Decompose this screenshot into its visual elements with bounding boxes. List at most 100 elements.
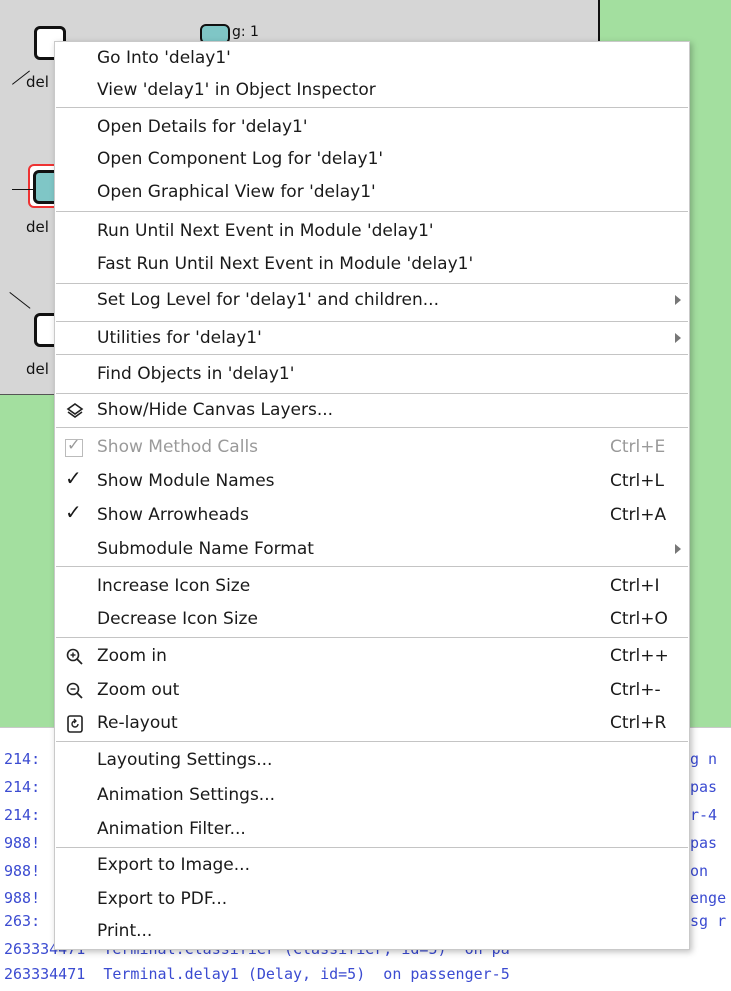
log-line-fragment: 214: <box>4 750 41 768</box>
log-line-fragment: 988! <box>4 889 41 907</box>
menu-item-go-into[interactable]: Go Into 'delay1' <box>55 42 689 76</box>
menu-separator <box>56 637 688 638</box>
menu-item-show-module-names[interactable]: ✓ Show Module Names Ctrl+L <box>55 465 689 499</box>
zoom-out-icon <box>65 681 85 701</box>
menu-item-open-component-log[interactable]: Open Component Log for 'delay1' <box>55 143 689 177</box>
checkmark-icon: ✓ <box>65 466 82 490</box>
menu-item-zoom-out[interactable]: Zoom out Ctrl+- <box>55 674 689 708</box>
checkmark-icon: ✓ <box>67 435 81 454</box>
connection-arrow-bottom <box>9 292 31 309</box>
menu-separator <box>56 107 688 108</box>
menu-item-shortcut: Ctrl+- <box>610 680 661 700</box>
menu-item-label: Utilities for 'delay1' <box>97 328 262 348</box>
menu-item-label: Show Module Names <box>97 471 275 491</box>
menu-item-shortcut: Ctrl+L <box>610 471 664 491</box>
menu-item-find-objects[interactable]: Find Objects in 'delay1' <box>55 358 689 392</box>
menu-item-label: Increase Icon Size <box>97 576 251 596</box>
log-line-fragment-right: g n <box>690 750 718 768</box>
menu-item-show-arrowheads[interactable]: ✓ Show Arrowheads Ctrl+A <box>55 499 689 533</box>
menu-item-set-log-level[interactable]: Set Log Level for 'delay1' and children.… <box>55 284 689 318</box>
log-line-fragment-right: pas <box>690 834 718 852</box>
menu-item-label: View 'delay1' in Object Inspector <box>97 80 376 100</box>
zoom-in-icon <box>65 647 85 667</box>
menu-item-shortcut: Ctrl+I <box>610 576 660 596</box>
menu-separator <box>56 566 688 567</box>
menu-item-label: Zoom out <box>97 680 180 700</box>
menu-item-label: Zoom in <box>97 646 167 666</box>
menu-separator <box>56 427 688 428</box>
log-line-fragment-right: on <box>690 862 709 880</box>
menu-separator <box>56 741 688 742</box>
module-name-mid: del <box>26 218 49 236</box>
log-line-fragment: 214: <box>4 778 41 796</box>
menu-item-shortcut: Ctrl++ <box>610 646 669 666</box>
menu-item-export-to-pdf[interactable]: Export to PDF... <box>55 883 689 917</box>
menu-item-label: Animation Filter... <box>97 819 246 839</box>
menu-item-label: Find Objects in 'delay1' <box>97 364 295 384</box>
menu-item-label: Layouting Settings... <box>97 750 273 770</box>
menu-item-label: Run Until Next Event in Module 'delay1' <box>97 221 434 241</box>
menu-item-layouting-settings[interactable]: Layouting Settings... <box>55 744 689 778</box>
module-name-top: del <box>26 73 49 91</box>
menu-item-fast-run-until-next-event[interactable]: Fast Run Until Next Event in Module 'del… <box>55 248 689 282</box>
menu-item-label: Go Into 'delay1' <box>97 48 231 68</box>
menu-item-zoom-in[interactable]: Zoom in Ctrl++ <box>55 640 689 674</box>
menu-item-show-hide-canvas-layers[interactable]: Show/Hide Canvas Layers... <box>55 394 689 428</box>
menu-item-label: Open Details for 'delay1' <box>97 117 308 137</box>
submenu-arrow-icon <box>675 544 681 554</box>
log-line-fragment-right: sg r <box>690 912 727 930</box>
menu-item-label: Set Log Level for 'delay1' and children.… <box>97 290 439 310</box>
menu-item-label: Show Method Calls <box>97 437 259 457</box>
log-line-fragment: 263: <box>4 912 41 930</box>
menu-item-run-until-next-event[interactable]: Run Until Next Event in Module 'delay1' <box>55 215 689 249</box>
menu-item-decrease-icon-size[interactable]: Decrease Icon Size Ctrl+O <box>55 603 689 637</box>
submenu-arrow-icon <box>675 333 681 343</box>
submenu-arrow-icon <box>675 295 681 305</box>
menu-separator <box>56 847 688 848</box>
menu-item-label: Animation Settings... <box>97 785 276 805</box>
menu-item-label: Show/Hide Canvas Layers... <box>97 400 334 420</box>
menu-item-utilities[interactable]: Utilities for 'delay1' <box>55 322 689 356</box>
menu-item-label: Export to Image... <box>97 855 250 875</box>
menu-item-export-to-image[interactable]: Export to Image... <box>55 849 689 883</box>
log-line-fragment: 988! <box>4 862 41 880</box>
layers-icon <box>65 401 85 421</box>
menu-item-label: Fast Run Until Next Event in Module 'del… <box>97 254 474 274</box>
menu-item-shortcut: Ctrl+R <box>610 713 667 733</box>
menu-item-label: Export to PDF... <box>97 889 228 909</box>
menu-item-print[interactable]: Print... <box>55 915 689 949</box>
log-line-fragment: 988! <box>4 834 41 852</box>
context-menu[interactable]: Go Into 'delay1' View 'delay1' in Object… <box>54 41 690 950</box>
menu-item-shortcut: Ctrl+A <box>610 505 667 525</box>
menu-item-label: Submodule Name Format <box>97 539 314 559</box>
relayout-icon <box>65 714 85 734</box>
menu-item-label: Re-layout <box>97 713 178 733</box>
menu-item-shortcut: Ctrl+E <box>610 437 666 457</box>
menu-separator <box>56 211 688 212</box>
menu-item-open-details[interactable]: Open Details for 'delay1' <box>55 111 689 145</box>
menu-item-label: Print... <box>97 921 153 941</box>
menu-item-submodule-name-format[interactable]: Submodule Name Format <box>55 533 689 567</box>
log-line-fragment: 214: <box>4 806 41 824</box>
log-line: 263334471 Terminal.delay1 (Delay, id=5) … <box>4 965 510 983</box>
log-line-fragment-right: r-4 <box>690 806 718 824</box>
log-line-fragment-right: enge <box>690 889 727 907</box>
menu-item-view-in-inspector[interactable]: View 'delay1' in Object Inspector <box>55 74 689 108</box>
module-name-bottom: del <box>26 360 49 378</box>
menu-item-shortcut: Ctrl+O <box>610 609 668 629</box>
log-line-fragment-right: pas <box>690 778 718 796</box>
menu-item-open-graphical-view[interactable]: Open Graphical View for 'delay1' <box>55 176 689 210</box>
menu-item-label: Decrease Icon Size <box>97 609 258 629</box>
checkmark-icon: ✓ <box>65 500 82 524</box>
top-right-module-label: g: 1 <box>232 24 259 40</box>
menu-item-animation-filter[interactable]: Animation Filter... <box>55 813 689 847</box>
menu-separator <box>56 354 688 355</box>
menu-item-relayout[interactable]: Re-layout Ctrl+R <box>55 707 689 741</box>
connection-arrow-mid <box>12 189 34 190</box>
menu-item-label: Open Graphical View for 'delay1' <box>97 182 376 202</box>
menu-item-animation-settings[interactable]: Animation Settings... <box>55 779 689 813</box>
menu-item-label: Show Arrowheads <box>97 505 249 525</box>
menu-item-label: Open Component Log for 'delay1' <box>97 149 384 169</box>
menu-item-show-method-calls[interactable]: ✓ Show Method Calls Ctrl+E <box>55 431 689 465</box>
menu-item-increase-icon-size[interactable]: Increase Icon Size Ctrl+I <box>55 570 689 604</box>
